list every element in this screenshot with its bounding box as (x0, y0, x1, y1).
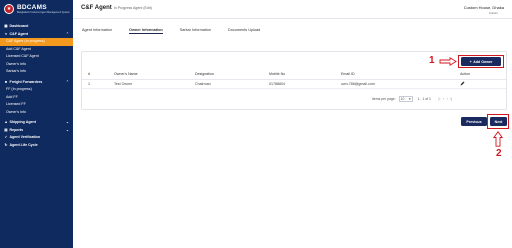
sidebar-item-agent-verification[interactable]: ✓ Agent Verification (0, 134, 73, 142)
next-button[interactable]: Next (490, 117, 507, 126)
logo-subtitle: Bangladesh Customs Agent Management Syst… (17, 11, 70, 14)
sidebar-item-label: Sarkar's Info (6, 69, 27, 73)
logo: ★ BDCAMS Bangladesh Customs Agent Manage… (4, 4, 70, 14)
chevron-up-icon: ⌃ (65, 31, 69, 36)
items-per-page-label: Items per page: (372, 97, 396, 101)
column-header-index: # (82, 70, 107, 80)
chevron-down-icon: ⌄ (65, 127, 69, 132)
sidebar-item-sarkars-info[interactable]: Sarkar's Info (0, 68, 73, 76)
column-header-owner-name: Owner's Name (107, 70, 195, 80)
sidebar-item-label: Licensed FF (6, 102, 26, 106)
tab-documents-upload[interactable]: Documents Upload (228, 27, 260, 34)
tab-bar: Agent Information Owner Information Sark… (82, 27, 277, 34)
sidebar-item-label: Owner's Info (6, 61, 27, 66)
sidebar-item-label: FF (In progress) (6, 87, 32, 91)
ship-icon: ▲ (4, 120, 8, 124)
annotation-marker-1: 1 (429, 55, 435, 66)
sidebar-item-add-cf-agent[interactable]: Add C&F Agent (0, 46, 73, 54)
sidebar: ★ BDCAMS Bangladesh Customs Agent Manage… (0, 0, 73, 248)
user-role: Initiator (488, 11, 498, 15)
cell-designation: Chairman (195, 79, 269, 89)
previous-button[interactable]: Previous (461, 117, 487, 126)
add-owner-button[interactable]: + Add Owner (461, 57, 501, 66)
tab-sarkar-information[interactable]: Sarkar Information (180, 27, 211, 34)
cell-email: own-788@gmail.com (341, 79, 451, 89)
page-title: C&F Agent In Progress Agent (Edit) (81, 5, 152, 11)
add-owner-label: Add Owner (473, 59, 493, 64)
sidebar-item-ff-in-progress[interactable]: FF (In progress) (0, 86, 73, 94)
grid-icon: ▦ (4, 24, 8, 28)
sidebar-item-label: Reports (9, 127, 24, 132)
sidebar-item-dashboard[interactable]: ▦ Dashboard (0, 23, 73, 31)
column-header-action: Action (451, 70, 506, 80)
cell-owner-name: Test Owner (107, 79, 195, 89)
cycle-icon: ↻ (4, 142, 8, 147)
truck-icon: ■ (4, 79, 8, 84)
top-header: C&F Agent In Progress Agent (Edit) Custom… (73, 0, 512, 19)
sidebar-nav: ▦ Dashboard ● C&F Agent ⌃ C&F Agent (In pro… (0, 23, 73, 149)
items-per-page-select[interactable]: 10 ▾ (398, 96, 413, 102)
chevron-down-icon: ⌄ (65, 120, 69, 124)
page-title-text: C&F Agent (81, 5, 112, 11)
table-row: 1 Test Owner Chairman 01788804 own-788@g… (82, 79, 506, 89)
items-per-page-value: 10 (400, 97, 405, 101)
arrow-right-icon (439, 57, 457, 66)
column-header-email: Email ID (341, 70, 451, 80)
next-page-icon[interactable]: › (447, 97, 448, 101)
page-subtitle: In Progress Agent (Edit) (113, 6, 152, 10)
tab-agent-information[interactable]: Agent Information (82, 27, 112, 34)
sidebar-item-label: Shipping Agent (9, 120, 36, 124)
sidebar-item-freight-forwarders[interactable]: ■ Freight Forwarders ⌃ (0, 79, 73, 87)
owners-table: # Owner's Name Designation Mobile No Ema… (82, 70, 506, 89)
sidebar-item-licensed-ff[interactable]: Licensed FF (0, 101, 73, 109)
cell-index: 1 (82, 79, 107, 89)
sidebar-item-owners-info[interactable]: Owner's Info (0, 61, 73, 69)
first-page-icon[interactable]: |‹ (438, 97, 440, 101)
column-header-mobile: Mobile No (269, 70, 341, 80)
sidebar-item-label: C&F Agent (9, 31, 28, 36)
last-page-icon[interactable]: ›| (450, 97, 452, 101)
sidebar-item-reports[interactable]: ▤ Reports ⌄ (0, 127, 73, 135)
user-icon: ● (4, 31, 8, 36)
sidebar-item-label: Agent Verification (9, 135, 41, 139)
check-icon: ✓ (4, 135, 8, 139)
sidebar-item-agent-life-cycle[interactable]: ↻ Agent Life Cycle (0, 142, 73, 150)
edit-pencil-icon[interactable] (460, 81, 465, 86)
user-name[interactable]: Custom House, Dhaka (464, 5, 504, 10)
report-icon: ▤ (4, 127, 8, 132)
sidebar-item-cf-agent-in-progress[interactable]: C&F Agent (In progress) (0, 38, 73, 46)
sidebar-item-cf-agent[interactable]: ● C&F Agent ⌃ (0, 31, 73, 39)
cell-mobile: 01788804 (269, 79, 341, 89)
sidebar-item-label: Agent Life Cycle (9, 142, 38, 147)
sidebar-item-add-ff[interactable]: Add FF (0, 94, 73, 102)
sidebar-item-label: Owner's Info (6, 109, 27, 114)
sidebar-item-shipping-agent[interactable]: ▲ Shipping Agent ⌄ (0, 119, 73, 127)
page-range: 1 - 1 of 1 (417, 97, 431, 101)
table-header-row: # Owner's Name Designation Mobile No Ema… (82, 70, 506, 80)
logo-emblem-icon: ★ (4, 4, 14, 14)
chevron-up-icon: ⌃ (65, 79, 69, 84)
column-header-designation: Designation (195, 70, 269, 80)
tab-owner-information[interactable]: Owner Information (128, 27, 163, 34)
sidebar-item-label: Dashboard (9, 24, 29, 28)
annotation-marker-2: 2 (496, 148, 502, 159)
sidebar-item-label: Add C&F Agent (6, 46, 31, 51)
sidebar-item-licensed-cf-agent[interactable]: Licensed C&F Agent (0, 53, 73, 61)
sidebar-item-label: Licensed C&F Agent (6, 54, 39, 58)
sidebar-item-ff-owners-info[interactable]: Owner's Info (0, 109, 73, 117)
sidebar-item-label: C&F Agent (In progress) (6, 39, 45, 43)
prev-page-icon[interactable]: ‹ (443, 97, 444, 101)
plus-icon: + (469, 59, 472, 64)
caret-down-icon: ▾ (408, 97, 411, 101)
sidebar-item-label: Freight Forwarders (9, 79, 43, 84)
arrow-up-icon (493, 131, 503, 147)
logo-title: BDCAMS (17, 4, 47, 11)
cell-action (451, 79, 506, 89)
paginator: Items per page: 10 ▾ 1 - 1 of 1 |‹ ‹ › ›… (372, 96, 452, 102)
sidebar-item-label: Add FF (6, 94, 18, 99)
